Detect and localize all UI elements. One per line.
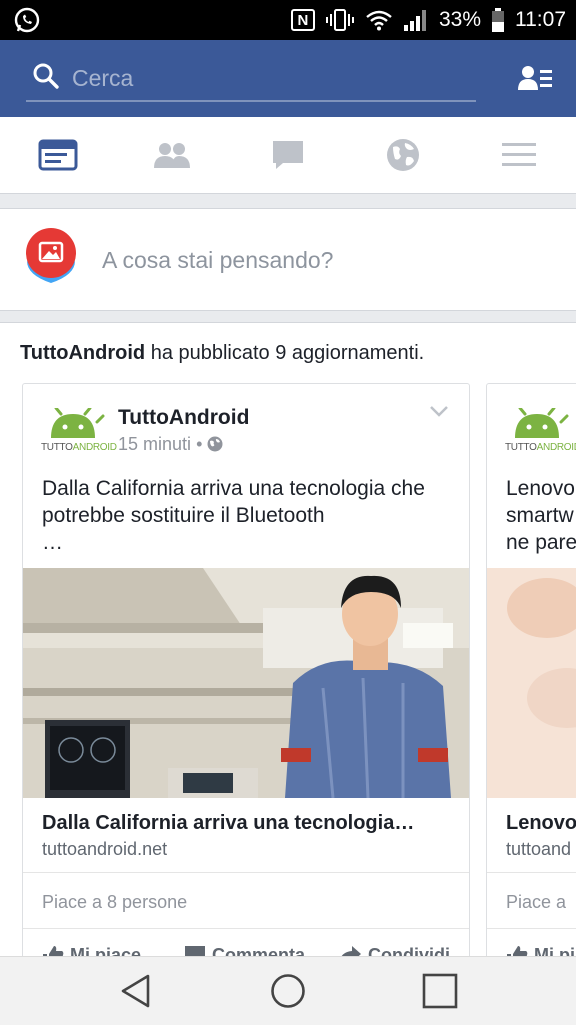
header-text: ha pubblicato 9 aggiornamenti.: [145, 342, 425, 364]
clock: 11:07: [515, 8, 566, 31]
logo-wordmark: TUTTOANDROID: [505, 442, 576, 453]
link-domain: tuttoand: [506, 839, 572, 859]
top-app-bar: [0, 40, 576, 117]
signal-icon: [403, 10, 426, 31]
divider: [487, 928, 576, 929]
tab-friend-requests[interactable]: [150, 135, 194, 175]
chat-icon: [273, 141, 303, 169]
public-globe-icon: [207, 436, 223, 452]
post-card[interactable]: TUTTOANDROID Lenovo smartw ne pare Lenov…: [486, 383, 576, 963]
whatsapp-notification-icon: [14, 7, 40, 33]
link-title[interactable]: Dalla California arriva una tecnologia…: [42, 812, 414, 835]
friends-icon: [154, 143, 190, 168]
post-text: Dalla California arriva una tecnologia c…: [42, 477, 425, 554]
wifi-icon: [366, 10, 392, 31]
post-card[interactable]: TUTTOANDROID TuttoAndroid 15 minuti • Da…: [22, 383, 470, 963]
link-preview-image[interactable]: [23, 568, 469, 798]
header-author-link[interactable]: TuttoAndroid: [20, 342, 145, 364]
newsfeed-icon: [38, 139, 78, 171]
back-icon[interactable]: [118, 973, 154, 1009]
vibrate-icon: [325, 9, 354, 31]
tab-bar: [0, 117, 576, 194]
page-logo[interactable]: TUTTOANDROID: [41, 406, 117, 458]
link-domain: tuttoandroid.net: [42, 839, 168, 859]
tab-news-feed[interactable]: [36, 135, 80, 175]
search-icon: [33, 63, 59, 89]
tab-notifications[interactable]: [381, 135, 425, 175]
likes-count[interactable]: Piace a: [506, 892, 566, 913]
status-composer[interactable]: A cosa stai pensando?: [0, 208, 576, 311]
news-feed: TuttoAndroid ha pubblicato 9 aggiornamen…: [0, 322, 576, 963]
nfc-icon: N: [290, 9, 315, 31]
photo-icon: [26, 228, 76, 283]
chevron-down-icon[interactable]: [429, 404, 449, 418]
logo-wordmark: TUTTOANDROID: [41, 442, 117, 453]
system-navigation-bar: [0, 956, 576, 1025]
tab-menu[interactable]: [497, 135, 541, 175]
home-icon[interactable]: [270, 973, 306, 1009]
page-logo[interactable]: TUTTOANDROID: [505, 406, 576, 458]
feed-story-header: TuttoAndroid ha pubblicato 9 aggiornamen…: [20, 342, 424, 365]
divider: [23, 872, 469, 873]
tab-messages[interactable]: [266, 135, 310, 175]
link-preview-image[interactable]: [487, 568, 576, 798]
battery-icon: [492, 8, 504, 32]
status-bar: N 33% 11:07: [0, 0, 576, 40]
search-bar[interactable]: [26, 58, 476, 102]
hamburger-icon: [502, 143, 536, 166]
divider: [23, 928, 469, 929]
recents-icon[interactable]: [422, 973, 458, 1009]
battery-percent: 33%: [438, 8, 481, 31]
post-timestamp[interactable]: 15 minuti •: [118, 434, 223, 455]
link-title[interactable]: Lenovo: [506, 812, 576, 835]
post-text: Lenovo smartw ne pare: [506, 477, 576, 554]
globe-icon: [387, 139, 419, 171]
friends-list-button[interactable]: [518, 64, 554, 94]
divider: [487, 872, 576, 873]
post-author[interactable]: TuttoAndroid: [118, 406, 249, 430]
composer-placeholder: A cosa stai pensando?: [102, 247, 334, 273]
android-logo-icon: [51, 406, 105, 438]
android-logo-icon: [515, 406, 569, 438]
likes-count[interactable]: Piace a 8 persone: [42, 892, 187, 913]
search-input[interactable]: [70, 60, 454, 96]
